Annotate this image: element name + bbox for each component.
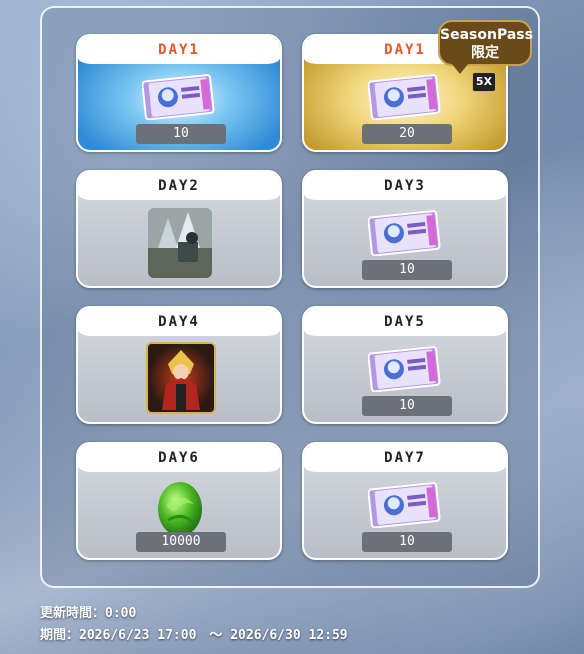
reality-ticket-icon (142, 74, 218, 120)
day4-card[interactable]: DAY4 (76, 306, 282, 424)
day-label: DAY7 (304, 444, 506, 472)
day5-card[interactable]: DAY5 10 (302, 306, 508, 424)
reality-ticket-icon (368, 74, 444, 120)
character-portrait-icon (146, 342, 216, 414)
day3-card[interactable]: DAY3 10 (302, 170, 508, 288)
period-text: 期間：2026/6/23 17:00 ～ 2026/6/30 12:59 (40, 628, 348, 643)
green-egg-icon (158, 482, 202, 536)
day6-card[interactable]: DAY6 10000 (76, 442, 282, 560)
quantity-label: 10 (362, 396, 452, 416)
day1-card[interactable]: DAY1 10 (76, 34, 282, 152)
day-label: DAY6 (78, 444, 280, 472)
quantity-label: 10 (362, 260, 452, 280)
multiplier-badge: 5X (472, 72, 496, 92)
quantity-label: 10 (362, 532, 452, 552)
badge-line1: SeasonPass (440, 27, 533, 43)
seasonpass-badge: SeasonPass 限定 (438, 20, 533, 74)
reality-ticket-icon (368, 210, 444, 256)
day2-card[interactable]: DAY2 (76, 170, 282, 288)
day7-card[interactable]: DAY7 10 (302, 442, 508, 560)
day-label: DAY4 (78, 308, 280, 336)
day-label: DAY3 (304, 172, 506, 200)
quantity-label: 10000 (136, 532, 226, 552)
quantity-label: 20 (362, 124, 452, 144)
battlefield-image-icon (148, 208, 212, 278)
reality-ticket-icon (368, 346, 444, 392)
badge-line2: 限定 (471, 45, 499, 61)
update-time-text: 更新時間：0:00 (40, 606, 137, 621)
reality-ticket-icon (368, 482, 444, 528)
quantity-label: 10 (136, 124, 226, 144)
day-label: DAY5 (304, 308, 506, 336)
day-label: DAY1 (78, 36, 280, 64)
day-label: DAY2 (78, 172, 280, 200)
